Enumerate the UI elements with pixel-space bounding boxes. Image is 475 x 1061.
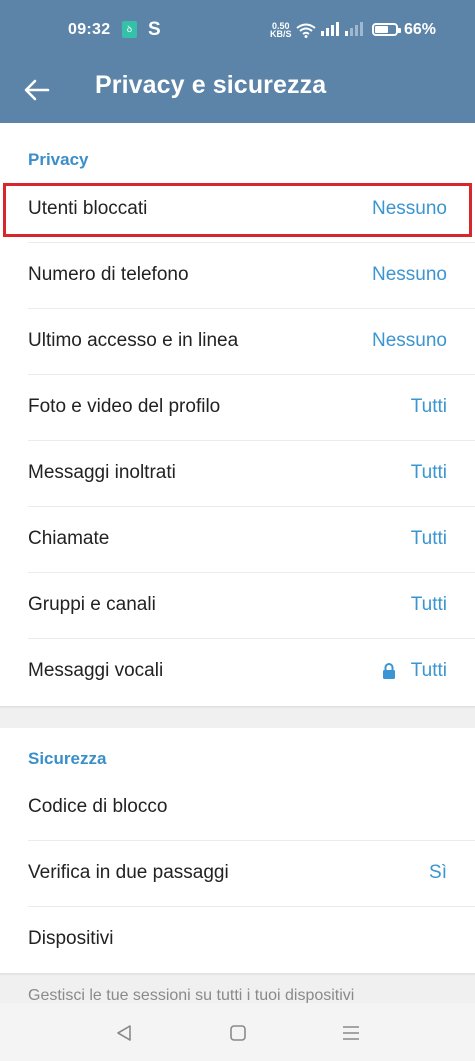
- lock-icon: [383, 663, 395, 679]
- row-two-step-verification[interactable]: Verifica in due passaggi Sì: [0, 841, 475, 907]
- row-value: Tutti: [410, 660, 447, 681]
- row-profile-photos[interactable]: Foto e video del profilo Tutti: [0, 375, 475, 441]
- section-header-privacy: Privacy: [28, 150, 89, 169]
- back-arrow-icon[interactable]: [22, 75, 52, 105]
- home-square-icon[interactable]: [226, 1021, 250, 1045]
- battery-icon: [372, 23, 401, 36]
- row-calls[interactable]: Chiamate Tutti: [0, 507, 475, 573]
- system-nav-bar: [0, 1003, 475, 1061]
- row-last-seen[interactable]: Ultimo accesso e in linea Nessuno: [0, 309, 475, 375]
- row-value: Tutti: [410, 594, 447, 615]
- row-label: Verifica in due passaggi: [28, 862, 229, 883]
- row-label: Messaggi inoltrati: [28, 462, 176, 483]
- row-phone-number[interactable]: Numero di telefono Nessuno: [0, 243, 475, 309]
- row-value: Nessuno: [372, 264, 447, 285]
- row-value: Tutti: [410, 462, 447, 483]
- row-devices[interactable]: Dispositivi: [0, 907, 475, 973]
- row-forwarded-messages[interactable]: Messaggi inoltrati Tutti: [0, 441, 475, 507]
- section-header-security: Sicurezza: [28, 749, 107, 768]
- highlight-box: [3, 183, 472, 237]
- wifi-icon: [296, 23, 316, 38]
- row-label: Ultimo accesso e in linea: [28, 330, 239, 351]
- battery-level-fill: [375, 26, 388, 33]
- row-label: Gruppi e canali: [28, 594, 156, 615]
- network-speed-unit: KB/S: [270, 29, 292, 39]
- network-speed: 0.50 KB/S: [270, 22, 292, 39]
- row-groups-channels[interactable]: Gruppi e canali Tutti: [0, 573, 475, 639]
- row-value: Sì: [429, 862, 447, 883]
- recents-menu-icon[interactable]: [339, 1021, 363, 1045]
- row-label: Chiamate: [28, 528, 110, 549]
- status-time: 09:32: [68, 21, 111, 38]
- section-gap-shadow: [0, 706, 475, 709]
- signal-strength-icon: [321, 22, 339, 36]
- row-value: Nessuno: [372, 330, 447, 351]
- section-gap: [0, 706, 475, 728]
- notification-app-icon: ꝺ: [122, 21, 137, 38]
- signal-strength-2-icon: [345, 22, 363, 36]
- back-triangle-icon[interactable]: [112, 1021, 136, 1045]
- battery-percent: 66%: [404, 21, 437, 38]
- row-voice-messages[interactable]: Messaggi vocali Tutti: [0, 639, 475, 705]
- status-bar: 09:32 ꝺ S 0.50 KB/S 66%: [0, 0, 475, 60]
- row-label: Dispositivi: [28, 928, 114, 949]
- page-title: Privacy e sicurezza: [95, 71, 327, 99]
- footer-shadow: [0, 973, 475, 976]
- row-value: Tutti: [410, 528, 447, 549]
- row-value: Tutti: [410, 396, 447, 417]
- row-passcode-lock[interactable]: Codice di blocco: [0, 775, 475, 841]
- notification-s-icon: S: [148, 19, 161, 40]
- battery-nub: [398, 28, 401, 33]
- row-label: Messaggi vocali: [28, 660, 164, 681]
- row-label: Foto e video del profilo: [28, 396, 221, 417]
- row-label: Numero di telefono: [28, 264, 189, 285]
- row-label: Codice di blocco: [28, 796, 168, 817]
- app-bar: Privacy e sicurezza: [0, 60, 475, 123]
